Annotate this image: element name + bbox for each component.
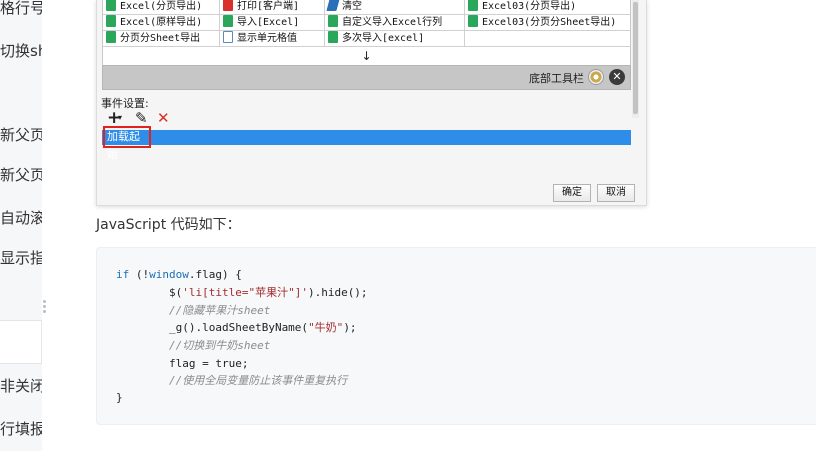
- grid-row: Excel(分页导出) 打印[客户端] 清空 Excel03(分页导出): [103, 0, 630, 15]
- bottom-toolbar-label: 底部工具栏: [529, 72, 584, 85]
- code-block: if (!window.flag) { $('li[title="苹果汁"]')…: [96, 247, 816, 425]
- print-icon: [223, 0, 233, 11]
- delete-icon[interactable]: ✕: [157, 110, 170, 126]
- grid-cell[interactable]: 自定义导入Excel行列: [325, 15, 465, 31]
- sidebar-item[interactable]: 非关闭窗: [0, 375, 42, 396]
- cell-icon: [223, 31, 233, 43]
- code-caption: JavaScript 代码如下：: [96, 217, 241, 233]
- grid-cell[interactable]: 显示单元格值: [220, 31, 325, 47]
- grid-cell[interactable]: 分页分Sheet导出: [103, 31, 220, 47]
- code-line: if (!window.flag) {: [116, 268, 242, 281]
- excel-icon: [328, 15, 338, 27]
- grid-cell[interactable]: Excel03(分页分Sheet导出): [465, 15, 632, 31]
- grid-cell[interactable]: 清空: [325, 0, 465, 15]
- code-line: _g().loadSheetByName("牛奶");: [116, 321, 357, 334]
- sidebar: 格行号 切换she 新父页面 新父页面 自动滚动 显示指定 非关闭窗 行填报: [0, 0, 42, 451]
- bottom-toolbar: 底部工具栏 ✕: [102, 65, 631, 90]
- designer-screenshot: Excel(分页导出) 打印[客户端] 清空 Excel03(分页导出) Exc…: [96, 0, 647, 206]
- excel-icon: [468, 15, 478, 27]
- code-comment: //切换到牛奶sheet: [116, 339, 271, 352]
- grid-cell[interactable]: 多次导入[excel]: [325, 31, 465, 47]
- code-line: }: [116, 391, 123, 404]
- sidebar-item[interactable]: 格行号: [0, 0, 42, 18]
- sidebar-item[interactable]: 新父页面: [0, 124, 42, 145]
- event-list: 加载起始: [102, 126, 631, 161]
- excel-icon: [106, 15, 116, 27]
- grid-cell[interactable]: 导入[Excel]: [220, 15, 325, 31]
- grid-cell[interactable]: Excel03(分页导出): [465, 0, 632, 15]
- excel-icon: [328, 31, 338, 43]
- sidebar-item[interactable]: 自动滚动: [0, 207, 42, 228]
- excel-icon: [223, 15, 233, 27]
- arrow-down-icon: ↓: [102, 47, 631, 65]
- eraser-icon: [326, 0, 340, 11]
- grid-cell[interactable]: Excel(原样导出): [103, 15, 220, 31]
- excel-icon: [106, 31, 116, 43]
- edit-icon[interactable]: ✎: [135, 110, 148, 126]
- sidebar-item[interactable]: 切换she: [0, 40, 42, 61]
- grid-row: 分页分Sheet导出 显示单元格值 多次导入[excel]: [103, 31, 630, 47]
- code-comment: //使用全局变量防止该事件重复执行: [116, 374, 348, 387]
- chevron-down-icon[interactable]: ▾: [118, 110, 122, 126]
- scrollbar[interactable]: [632, 0, 639, 118]
- grid-cell[interactable]: Excel(分页导出): [103, 0, 220, 15]
- grid-row: Excel(原样导出) 导入[Excel] 自定义导入Excel行列 Excel…: [103, 15, 630, 31]
- excel-icon: [106, 0, 116, 11]
- code-line: $('li[title="苹果汁"]').hide();: [116, 286, 368, 299]
- code-line: flag = true;: [116, 357, 249, 370]
- event-item-onload[interactable]: 加载起始: [103, 126, 151, 161]
- close-icon[interactable]: ✕: [609, 69, 625, 85]
- cancel-button[interactable]: 取消: [597, 184, 635, 202]
- sidebar-item[interactable]: 显示指定: [0, 247, 42, 268]
- code-comment: //隐藏苹果汁sheet: [116, 304, 271, 317]
- confirm-button[interactable]: 确定: [553, 184, 591, 202]
- scrollbar-thumb[interactable]: [633, 2, 638, 114]
- excel-icon: [468, 0, 478, 11]
- grid-cell: [465, 31, 632, 47]
- grid-cell[interactable]: 打印[客户端]: [220, 0, 325, 15]
- sidebar-item[interactable]: 新父页面: [0, 164, 42, 185]
- sidebar-selected-box: [0, 320, 42, 364]
- sidebar-resize-handle[interactable]: [43, 298, 47, 318]
- sidebar-item[interactable]: 行填报: [0, 418, 42, 439]
- button-grid: Excel(分页导出) 打印[客户端] 清空 Excel03(分页导出) Exc…: [102, 0, 631, 47]
- gear-icon[interactable]: [588, 69, 604, 85]
